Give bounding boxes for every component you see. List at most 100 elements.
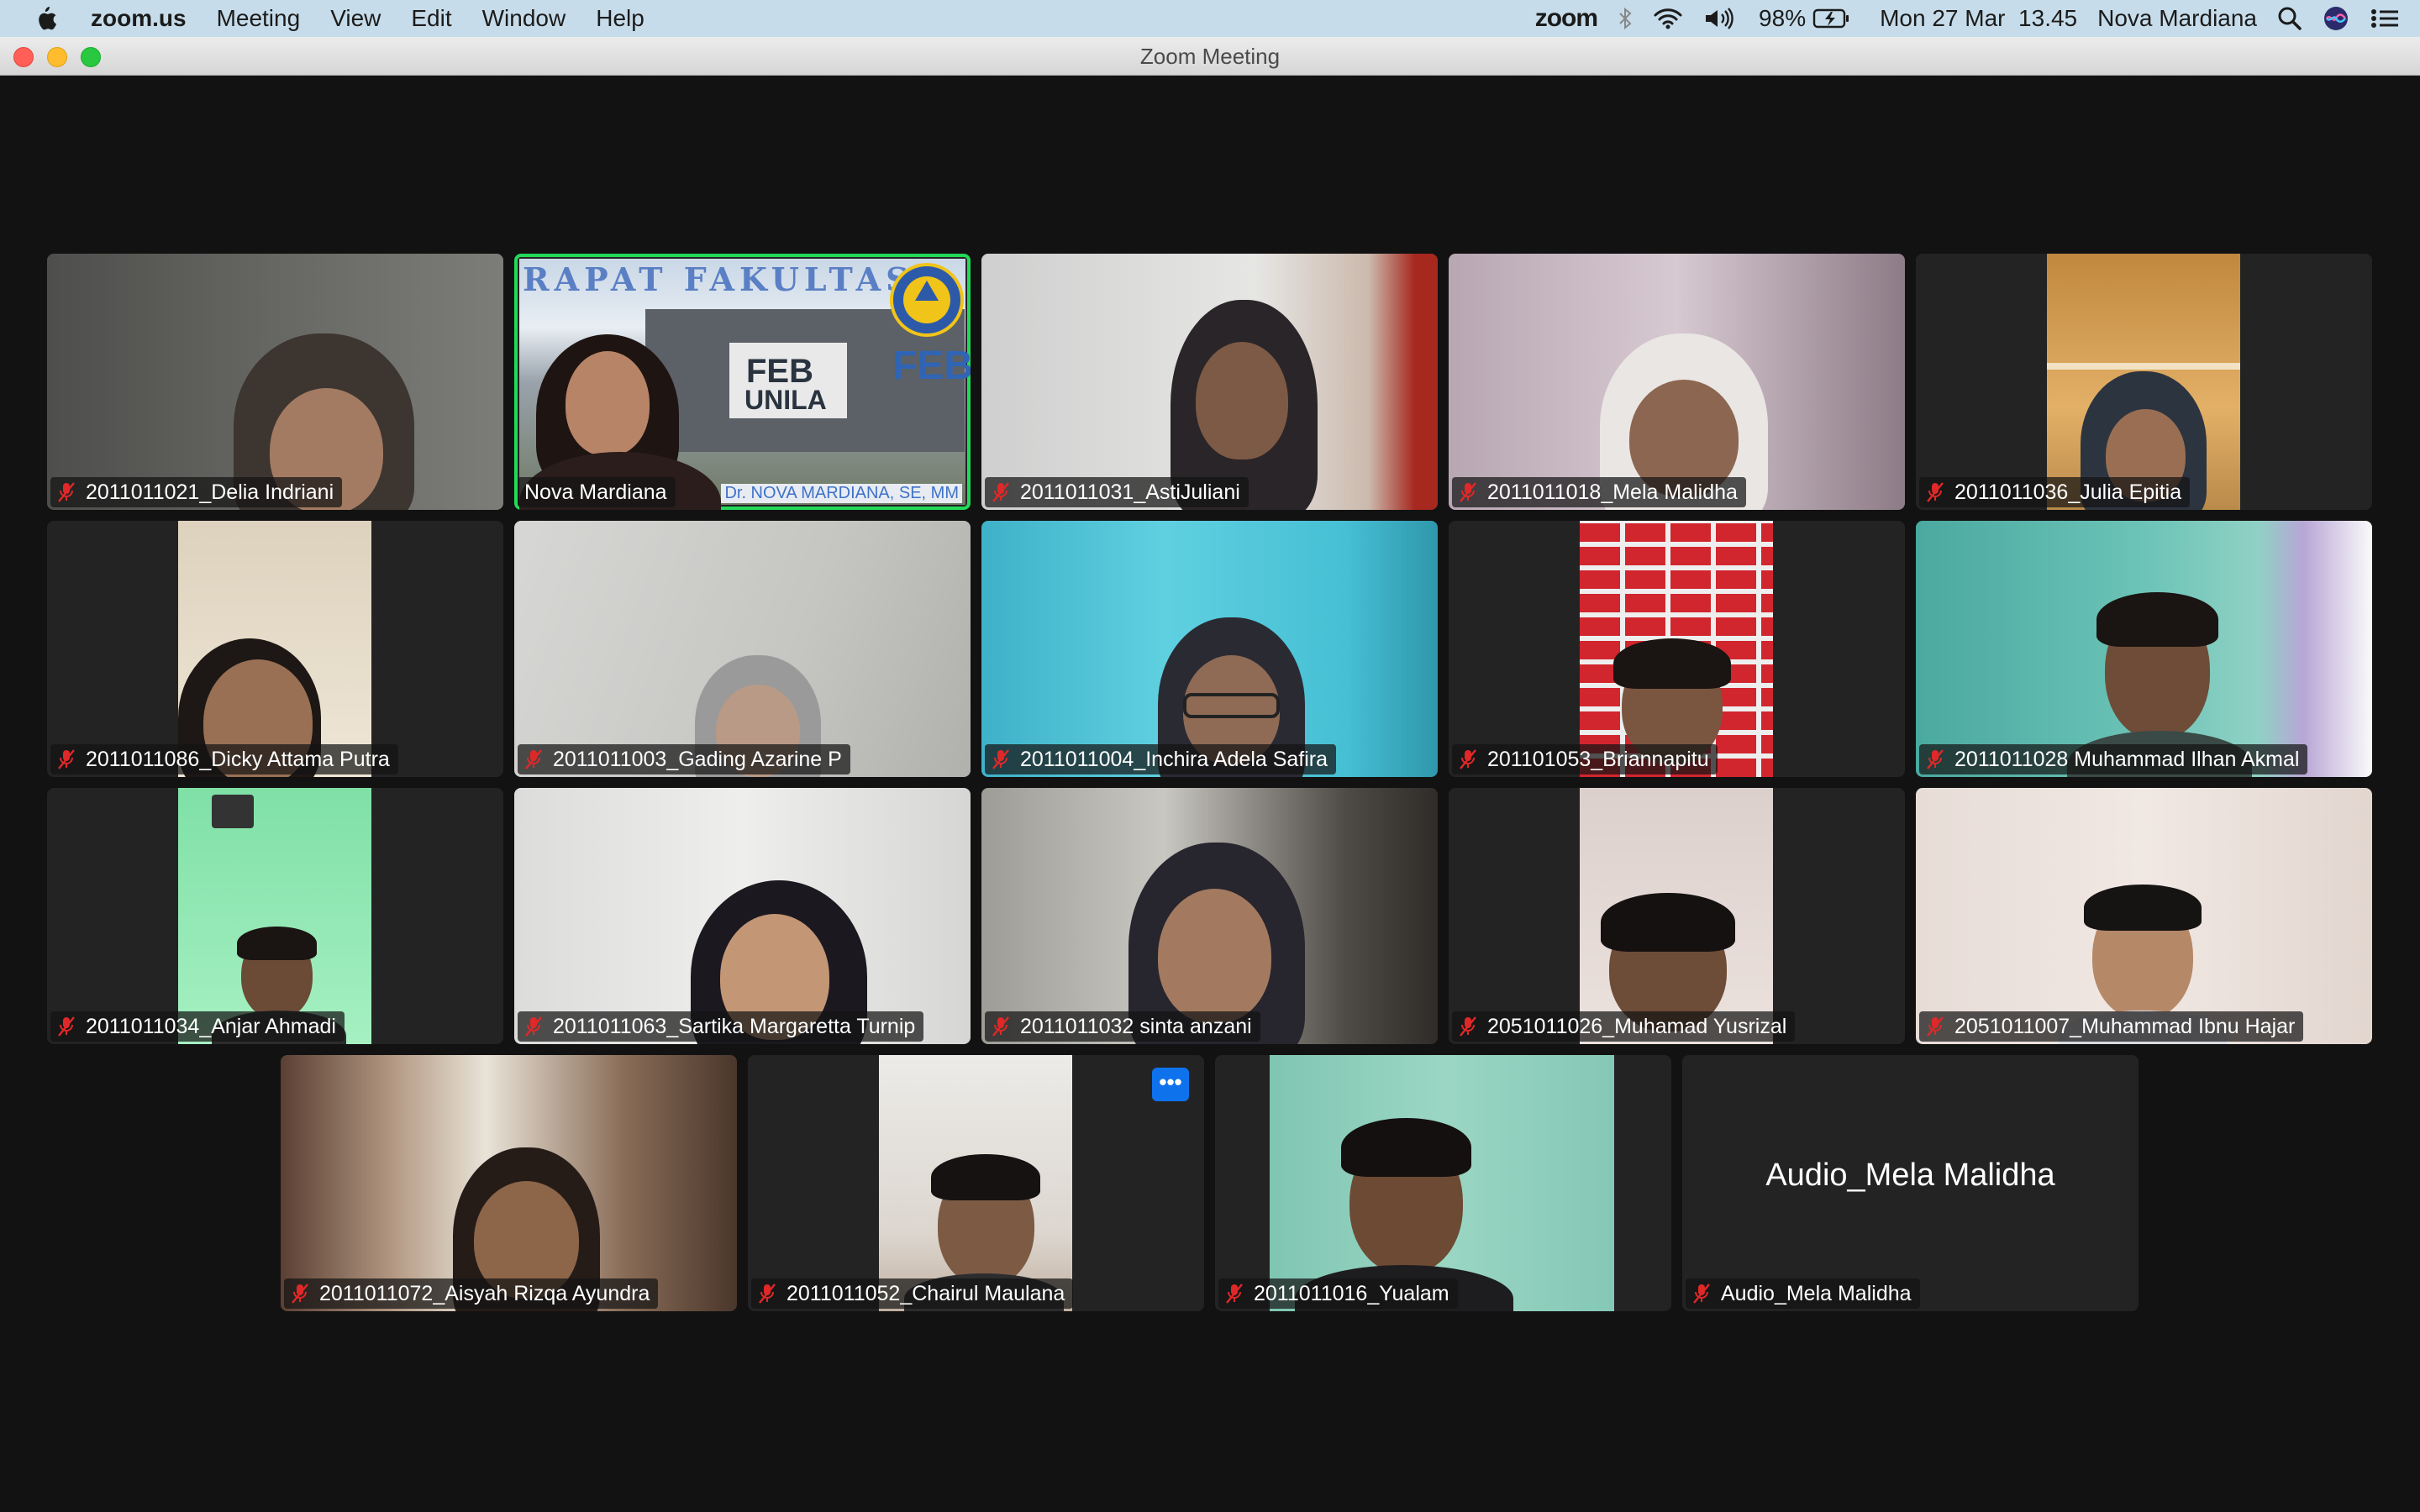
participant-nametag: 2011011031_AstiJuliani — [985, 477, 1249, 507]
participant-video — [178, 521, 371, 777]
zoom-logo-icon[interactable]: zoom — [1535, 4, 1598, 33]
participant-name: 2011011036_Julia Epitia — [1954, 480, 2182, 504]
participant-tile[interactable]: 2011011036_Julia Epitia — [1916, 254, 2372, 510]
participant-tile-active-speaker[interactable]: RAPAT FAKULTAS FEB UNILA FEB Dr. NOVA MA… — [514, 254, 971, 510]
muted-mic-icon — [992, 749, 1009, 769]
participant-video — [1270, 1055, 1614, 1311]
menu-help[interactable]: Help — [596, 0, 644, 37]
participant-tile[interactable]: 2011011034_Anjar Ahmadi — [47, 788, 503, 1044]
participant-name: 2051011026_Muhamad Yusrizal — [1487, 1014, 1787, 1038]
participant-name: 2011011016_Yualam — [1254, 1281, 1449, 1305]
banner-footer: Dr. NOVA MARDIANA, SE, MM — [721, 484, 962, 503]
siri-icon[interactable] — [2323, 5, 2349, 32]
participant-video — [981, 254, 1438, 510]
muted-mic-icon — [1460, 1016, 1476, 1037]
participant-video — [1916, 788, 2372, 1044]
participant-tile[interactable]: 2011011032 sinta anzani — [981, 788, 1438, 1044]
muted-mic-icon — [759, 1284, 776, 1304]
participant-name: 2011011052_Chairul Maulana — [786, 1281, 1065, 1305]
participant-video — [981, 788, 1438, 1044]
participant-name: 2011011003_Gading Azarine P — [553, 747, 842, 771]
participant-name: Audio_Mela Malidha — [1721, 1281, 1912, 1305]
muted-mic-icon — [1460, 749, 1476, 769]
banner-heading: RAPAT FAKULTAS — [523, 260, 914, 298]
participant-tile[interactable]: 2011011018_Mela Malidha — [1449, 254, 1905, 510]
participant-tile[interactable]: 2011011003_Gading Azarine P — [514, 521, 971, 777]
muted-mic-icon — [58, 482, 75, 502]
window-title: Zoom Meeting — [1139, 44, 1281, 69]
participant-tile[interactable]: 2051011007_Muhammad Ibnu Hajar — [1916, 788, 2372, 1044]
menu-meeting[interactable]: Meeting — [217, 0, 301, 37]
participant-name: 2011011072_Aisyah Rizqa Ayundra — [319, 1281, 650, 1305]
muted-mic-icon — [525, 1016, 542, 1037]
participant-video — [1916, 521, 2372, 777]
participant-name: 2051011007_Muhammad Ibnu Hajar — [1954, 1014, 2296, 1038]
menu-view[interactable]: View — [330, 0, 381, 37]
participant-tile[interactable]: ••• 2011011052_Chairul Maulana — [748, 1055, 1204, 1311]
participant-tile[interactable]: 2051011026_Muhamad Yusrizal — [1449, 788, 1905, 1044]
participant-nametag: Nova Mardiana — [518, 477, 676, 507]
participant-tile[interactable]: 2011011016_Yualam — [1215, 1055, 1671, 1311]
participant-name: 2011011063_Sartika Margaretta Turnip — [553, 1014, 916, 1038]
bluetooth-icon[interactable] — [1618, 7, 1633, 30]
muted-mic-icon — [1460, 482, 1476, 502]
volume-icon[interactable] — [1703, 7, 1739, 30]
video-off-name-label: Audio_Mela Malidha — [1765, 1158, 2055, 1193]
participant-tile[interactable]: 2011011086_Dicky Attama Putra — [47, 521, 503, 777]
apple-icon[interactable] — [34, 5, 57, 32]
menubar-datetime[interactable]: Mon 27 Mar 13.45 — [1880, 5, 2077, 32]
participant-nametag: 2011011034_Anjar Ahmadi — [50, 1011, 345, 1042]
wifi-icon[interactable] — [1653, 7, 1683, 30]
participant-nametag: 2011011018_Mela Malidha — [1452, 477, 1746, 507]
participant-video — [981, 521, 1438, 777]
participant-nametag: 2011011028 Muhammad Ilhan Akmal — [1919, 744, 2308, 774]
battery-icon[interactable] — [1812, 7, 1851, 30]
participant-name: 2011011032 sinta anzani — [1020, 1014, 1252, 1038]
menu-window[interactable]: Window — [482, 0, 566, 37]
participant-name: 2011011018_Mela Malidha — [1487, 480, 1738, 504]
participant-tile[interactable]: 2011011063_Sartika Margaretta Turnip — [514, 788, 971, 1044]
muted-mic-icon — [292, 1284, 308, 1304]
participant-video — [1580, 788, 1773, 1044]
menu-edit[interactable]: Edit — [411, 0, 451, 37]
participant-nametag: 2011011086_Dicky Attama Putra — [50, 744, 398, 774]
gallery-view: 2011011021_Delia Indriani RAPAT FAKULTAS… — [0, 76, 2420, 1512]
participant-nametag: 2011011016_Yualam — [1218, 1278, 1458, 1309]
participant-tile[interactable]: 201101053_Briannapitu — [1449, 521, 1905, 777]
control-center-icon[interactable] — [2370, 7, 2400, 30]
participant-video — [1449, 254, 1905, 510]
participant-name: 2011011028 Muhammad Ilhan Akmal — [1954, 747, 2300, 771]
menubar-left: zoom.us Meeting View Edit Window Help — [57, 0, 644, 37]
spotlight-search-icon[interactable] — [2277, 6, 2302, 31]
menu-app-name[interactable]: zoom.us — [91, 0, 187, 37]
participant-nametag: Audio_Mela Malidha — [1686, 1278, 1920, 1309]
participant-name: 2011011021_Delia Indriani — [86, 480, 334, 504]
participant-tile[interactable]: 2011011072_Aisyah Rizqa Ayundra — [281, 1055, 737, 1311]
muted-mic-icon — [1927, 749, 1944, 769]
participant-tile[interactable]: 2011011031_AstiJuliani — [981, 254, 1438, 510]
participant-video — [178, 788, 371, 1044]
muted-mic-icon — [1927, 482, 1944, 502]
participant-nametag: 2011011021_Delia Indriani — [50, 477, 343, 507]
virtual-background-banner: RAPAT FAKULTAS FEB UNILA FEB Dr. NOVA MA… — [519, 259, 971, 510]
participant-nametag: 2011011003_Gading Azarine P — [518, 744, 850, 774]
feb-logo-icon: FEB — [892, 344, 971, 388]
menubar-user[interactable]: Nova Mardiana — [2097, 5, 2257, 32]
participant-nametag: 2011011004_Inchira Adela Safira — [985, 744, 1337, 774]
participant-video — [879, 1055, 1072, 1311]
participant-nametag: 2011011036_Julia Epitia — [1919, 477, 2191, 507]
participant-name: Nova Mardiana — [524, 480, 667, 504]
window-titlebar: Zoom Meeting — [0, 37, 2420, 76]
participant-tile[interactable]: 2011011004_Inchira Adela Safira — [981, 521, 1438, 777]
participant-nametag: 2051011007_Muhammad Ibnu Hajar — [1919, 1011, 2304, 1042]
participant-more-options-button[interactable]: ••• — [1152, 1068, 1189, 1101]
muted-mic-icon — [992, 482, 1009, 502]
participant-nametag: 2011011052_Chairul Maulana — [751, 1278, 1074, 1309]
participant-name: 2011011034_Anjar Ahmadi — [86, 1014, 336, 1038]
macos-menubar: zoom.us Meeting View Edit Window Help zo… — [0, 0, 2420, 37]
muted-mic-icon — [58, 749, 75, 769]
participant-tile[interactable]: 2011011028 Muhammad Ilhan Akmal — [1916, 521, 2372, 777]
participant-tile-video-off[interactable]: Audio_Mela Malidha Audio_Mela Malidha — [1682, 1055, 2139, 1311]
participant-video — [281, 1055, 737, 1311]
participant-tile[interactable]: 2011011021_Delia Indriani — [47, 254, 503, 510]
